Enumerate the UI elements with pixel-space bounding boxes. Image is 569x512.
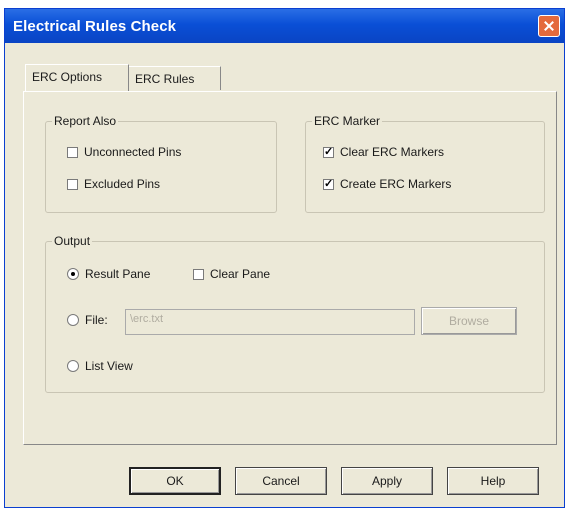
tab-erc-options[interactable]: ERC Options bbox=[25, 64, 129, 92]
checkbox-label: Create ERC Markers bbox=[340, 177, 452, 191]
group-label: Output bbox=[52, 234, 93, 248]
ok-button[interactable]: OK bbox=[129, 467, 221, 495]
radio-label: Result Pane bbox=[85, 267, 151, 281]
file-radio[interactable]: File: bbox=[67, 313, 108, 327]
radio-button[interactable] bbox=[67, 360, 79, 372]
dialog-title: Electrical Rules Check bbox=[13, 18, 177, 35]
tab-erc-rules[interactable]: ERC Rules bbox=[129, 66, 221, 90]
checkbox-box[interactable] bbox=[323, 145, 334, 158]
checkbox-box[interactable] bbox=[67, 178, 78, 190]
list-view-radio[interactable]: List View bbox=[67, 359, 133, 373]
group-label: Report Also bbox=[52, 114, 119, 128]
browse-button[interactable]: Browse bbox=[421, 307, 517, 335]
apply-button[interactable]: Apply bbox=[341, 467, 433, 495]
clear-erc-markers-checkbox[interactable]: Clear ERC Markers bbox=[323, 145, 444, 159]
erc-marker-group: ERC Marker bbox=[305, 114, 545, 213]
report-also-group: Report Also bbox=[45, 114, 277, 213]
checkbox-box[interactable] bbox=[193, 268, 204, 280]
result-pane-radio[interactable]: Result Pane bbox=[67, 267, 150, 281]
checkbox-label: Clear Pane bbox=[210, 267, 271, 281]
radio-label: File: bbox=[85, 313, 108, 327]
excluded-pins-checkbox[interactable]: Excluded Pins bbox=[67, 177, 160, 191]
checkbox-box[interactable] bbox=[67, 146, 78, 158]
erc-dialog: Electrical Rules Check ERC Options ERC R… bbox=[4, 8, 565, 508]
close-icon[interactable] bbox=[538, 15, 560, 37]
tab-label: ERC Options bbox=[32, 70, 103, 84]
group-label: ERC Marker bbox=[312, 114, 383, 128]
checkbox-box[interactable] bbox=[323, 177, 334, 190]
checkbox-label: Excluded Pins bbox=[84, 177, 161, 191]
help-button[interactable]: Help bbox=[447, 467, 539, 495]
radio-button[interactable] bbox=[67, 268, 79, 280]
file-path-input[interactable]: \erc.txt bbox=[125, 309, 415, 335]
title-bar[interactable]: Electrical Rules Check bbox=[5, 9, 564, 43]
radio-button[interactable] bbox=[67, 314, 79, 326]
unconnected-pins-checkbox[interactable]: Unconnected Pins bbox=[67, 145, 181, 159]
checkbox-label: Clear ERC Markers bbox=[340, 145, 445, 159]
cancel-button[interactable]: Cancel bbox=[235, 467, 327, 495]
checkbox-label: Unconnected Pins bbox=[84, 145, 182, 159]
clear-pane-checkbox[interactable]: Clear Pane bbox=[193, 267, 270, 281]
create-erc-markers-checkbox[interactable]: Create ERC Markers bbox=[323, 177, 451, 191]
tab-label: ERC Rules bbox=[135, 72, 195, 86]
radio-label: List View bbox=[85, 359, 133, 373]
